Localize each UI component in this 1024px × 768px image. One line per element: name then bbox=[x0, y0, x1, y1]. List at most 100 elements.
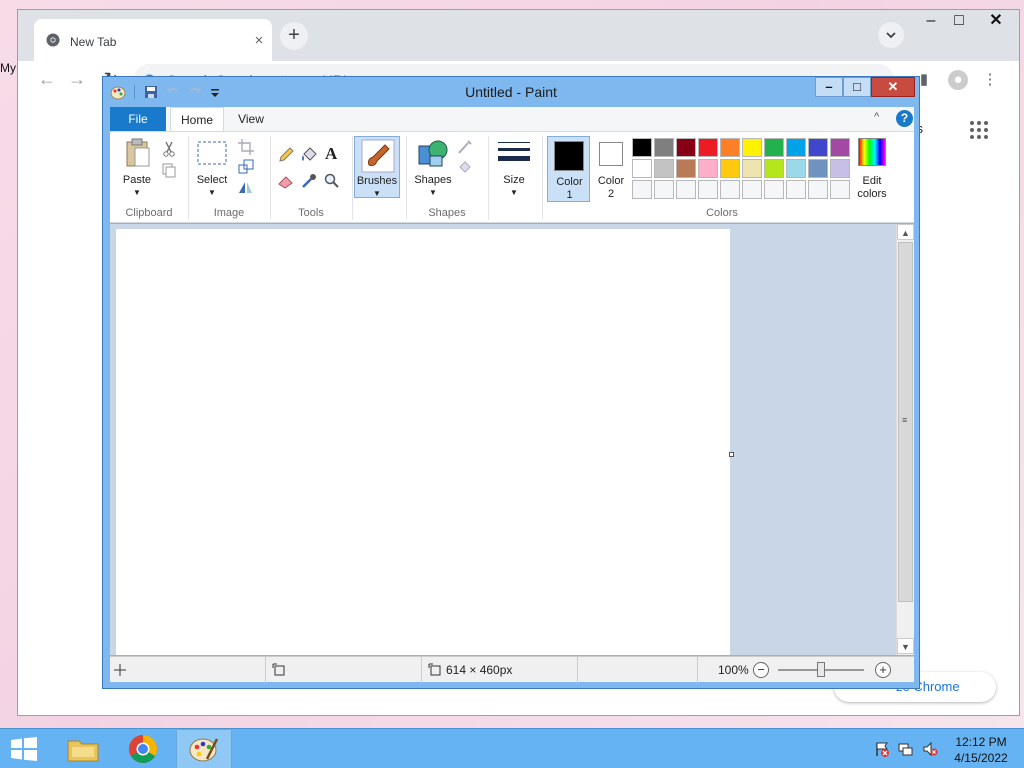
palette-swatch[interactable] bbox=[698, 180, 718, 199]
palette-swatch[interactable] bbox=[830, 138, 850, 157]
color2-swatch bbox=[599, 142, 623, 166]
palette-swatch[interactable] bbox=[786, 159, 806, 178]
brushes-dropdown-icon[interactable]: ▼ bbox=[355, 187, 399, 200]
eraser-icon[interactable] bbox=[277, 172, 295, 190]
shapes-button[interactable]: Shapes ▼ bbox=[410, 136, 456, 198]
system-clock[interactable]: 12:12 PM 4/15/2022 bbox=[944, 734, 1018, 766]
zoom-in-icon[interactable]: + bbox=[875, 662, 891, 678]
text-tool-icon[interactable]: A bbox=[325, 144, 337, 164]
palette-swatch[interactable] bbox=[764, 138, 784, 157]
color1-button[interactable]: Color 1 bbox=[547, 136, 590, 202]
taskbar-paint[interactable] bbox=[176, 729, 232, 768]
network-icon[interactable] bbox=[898, 741, 914, 757]
resize-icon[interactable] bbox=[237, 158, 255, 176]
rotate-icon[interactable] bbox=[237, 178, 255, 196]
collapse-ribbon-icon[interactable]: ^ bbox=[874, 111, 879, 123]
palette-swatch[interactable] bbox=[742, 180, 762, 199]
copy-icon[interactable] bbox=[160, 161, 178, 179]
zoom-out-icon[interactable]: − bbox=[753, 662, 769, 678]
palette-swatch[interactable] bbox=[720, 159, 740, 178]
taskbar-file-explorer[interactable] bbox=[56, 729, 112, 768]
palette-swatch[interactable] bbox=[632, 180, 652, 199]
tab-close-icon[interactable]: × bbox=[250, 32, 268, 50]
color-picker-icon[interactable] bbox=[300, 172, 318, 190]
magnifier-icon[interactable] bbox=[323, 172, 341, 190]
crop-icon[interactable] bbox=[237, 138, 255, 156]
tab-search-button[interactable] bbox=[878, 22, 904, 48]
paste-dropdown-icon[interactable]: ▼ bbox=[118, 186, 156, 199]
palette-swatch[interactable] bbox=[676, 159, 696, 178]
palette-swatch[interactable] bbox=[764, 180, 784, 199]
profile-avatar-icon[interactable]: ● bbox=[948, 70, 968, 90]
group-label-shapes: Shapes bbox=[428, 207, 466, 219]
palette-swatch[interactable] bbox=[808, 180, 828, 199]
fill-icon[interactable] bbox=[456, 158, 474, 176]
vertical-scrollbar[interactable]: ▲ ≡ ▼ bbox=[896, 224, 914, 655]
action-center-flag-icon[interactable] bbox=[874, 741, 890, 757]
cursor-position-icon bbox=[114, 664, 126, 676]
cut-icon[interactable] bbox=[160, 140, 178, 158]
brushes-button[interactable]: Brushes ▼ bbox=[354, 136, 400, 198]
palette-swatch[interactable] bbox=[742, 138, 762, 157]
palette-swatch[interactable] bbox=[632, 138, 652, 157]
scroll-down-icon[interactable]: ▼ bbox=[897, 638, 914, 654]
palette-swatch[interactable] bbox=[654, 180, 674, 199]
chrome-close-button[interactable]: ✕ bbox=[972, 10, 1020, 32]
help-icon[interactable]: ? bbox=[896, 110, 913, 127]
palette-swatch[interactable] bbox=[720, 138, 740, 157]
chrome-maximize-button[interactable]: □ bbox=[942, 10, 976, 32]
color-palette bbox=[632, 138, 854, 199]
select-button[interactable]: Select ▼ bbox=[192, 136, 232, 198]
pencil-icon[interactable] bbox=[277, 146, 295, 164]
edit-colors-label-2: colors bbox=[857, 188, 887, 200]
paint-maximize-button[interactable]: □ bbox=[843, 77, 871, 97]
palette-swatch[interactable] bbox=[808, 159, 828, 178]
zoom-slider-thumb[interactable] bbox=[817, 662, 825, 677]
paste-button[interactable]: Paste ▼ bbox=[118, 136, 156, 198]
size-button[interactable]: Size ▼ bbox=[494, 136, 534, 198]
scroll-up-icon[interactable]: ▲ bbox=[897, 224, 914, 240]
shapes-dropdown-icon[interactable]: ▼ bbox=[410, 186, 456, 199]
paint-close-button[interactable]: ✕ bbox=[871, 77, 915, 97]
palette-swatch[interactable] bbox=[786, 180, 806, 199]
paint-minimize-button[interactable]: – bbox=[815, 77, 843, 97]
menu-kebab-icon[interactable]: ⋮ bbox=[980, 70, 1000, 90]
edit-colors-button[interactable]: Edit colors bbox=[852, 136, 892, 202]
palette-swatch[interactable] bbox=[632, 159, 652, 178]
new-tab-button[interactable]: + bbox=[280, 22, 308, 50]
tab-home[interactable]: Home bbox=[170, 107, 224, 131]
palette-swatch[interactable] bbox=[742, 159, 762, 178]
scrollbar-thumb[interactable]: ≡ bbox=[898, 242, 913, 602]
palette-swatch[interactable] bbox=[830, 180, 850, 199]
palette-swatch[interactable] bbox=[808, 138, 828, 157]
tab-file[interactable]: File bbox=[110, 107, 166, 131]
palette-swatch[interactable] bbox=[786, 138, 806, 157]
start-button[interactable] bbox=[0, 729, 56, 768]
fill-bucket-icon[interactable] bbox=[300, 146, 318, 164]
size-dropdown-icon[interactable]: ▼ bbox=[494, 186, 534, 199]
palette-swatch[interactable] bbox=[676, 138, 696, 157]
apps-grid-icon[interactable] bbox=[970, 121, 988, 139]
desktop-icon-label: My bbox=[0, 61, 16, 75]
tab-view[interactable]: View bbox=[226, 107, 276, 131]
palette-swatch[interactable] bbox=[720, 180, 740, 199]
forward-arrow-icon[interactable]: → bbox=[66, 69, 88, 91]
drawing-canvas[interactable] bbox=[116, 229, 730, 655]
color2-button[interactable]: Color 2 bbox=[590, 136, 632, 202]
outline-icon[interactable] bbox=[456, 138, 474, 156]
palette-swatch[interactable] bbox=[698, 138, 718, 157]
paint-palette-icon bbox=[189, 738, 219, 762]
paint-window-title: Untitled - Paint bbox=[465, 84, 557, 100]
tab-new-tab[interactable]: New Tab × bbox=[34, 19, 272, 61]
palette-swatch[interactable] bbox=[830, 159, 850, 178]
volume-muted-icon[interactable] bbox=[922, 741, 938, 757]
canvas-resize-handle[interactable] bbox=[729, 452, 734, 457]
palette-swatch[interactable] bbox=[654, 138, 674, 157]
palette-swatch[interactable] bbox=[764, 159, 784, 178]
back-arrow-icon[interactable]: ← bbox=[36, 69, 58, 91]
palette-swatch[interactable] bbox=[676, 180, 696, 199]
select-dropdown-icon[interactable]: ▼ bbox=[192, 186, 232, 199]
taskbar-chrome[interactable] bbox=[116, 729, 172, 768]
palette-swatch[interactable] bbox=[654, 159, 674, 178]
palette-swatch[interactable] bbox=[698, 159, 718, 178]
